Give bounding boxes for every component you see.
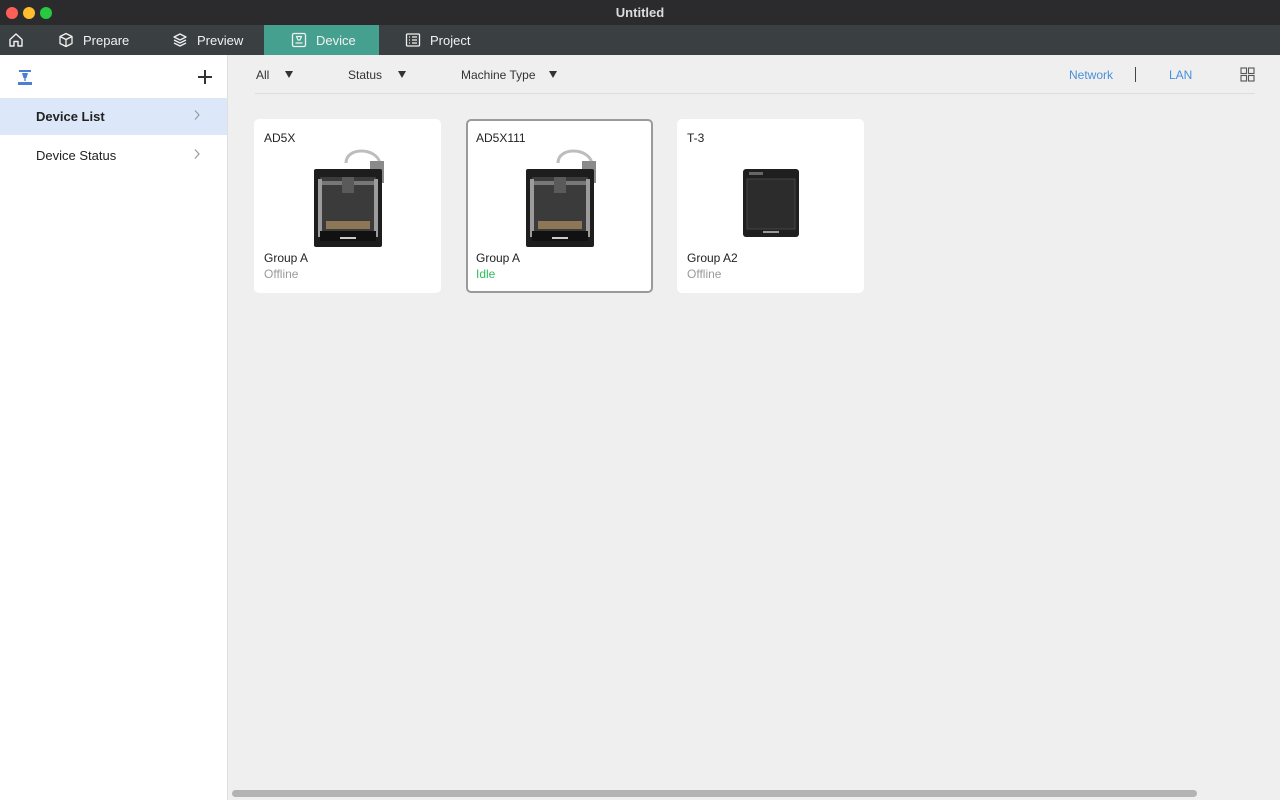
filter-all-dropdown[interactable]: All (256, 68, 293, 82)
filter-all-label: All (256, 68, 270, 82)
device-status: Idle (476, 267, 496, 281)
lan-link[interactable]: LAN (1169, 68, 1192, 82)
device-name: AD5X (264, 131, 296, 145)
tab-project[interactable]: Project (392, 25, 502, 55)
sidebar: Device List Device Status (0, 55, 228, 800)
dropdown-triangle-icon (285, 71, 293, 78)
device-group: Group A (264, 251, 309, 265)
title-bar: Untitled (0, 0, 1280, 25)
tab-preview-label: Preview (197, 32, 244, 48)
device-name: T-3 (687, 131, 705, 145)
filter-bar: All Status Machine Type Network LAN (229, 55, 1280, 95)
chevron-right-icon (194, 110, 200, 120)
filter-divider (255, 93, 1255, 94)
grid-view-icon[interactable] (1240, 67, 1255, 82)
device-icon (291, 32, 307, 48)
device-card[interactable]: AD5X Group A Offline (254, 119, 441, 293)
horizontal-scrollbar[interactable] (232, 790, 1197, 797)
tab-prepare-label: Prepare (83, 32, 130, 48)
filter-machine-type-label: Machine Type (461, 68, 536, 82)
main-tab-bar: Prepare Preview Device Project (0, 25, 1280, 55)
filter-status-dropdown[interactable]: Status (348, 68, 406, 82)
list-document-icon (405, 33, 421, 47)
tab-device-label: Device (316, 32, 356, 48)
printer-enclosed-icon (742, 169, 799, 237)
device-card[interactable]: T-3 Group A2 Offline (677, 119, 864, 293)
device-group: Group A2 (687, 251, 738, 265)
sidebar-item-device-status[interactable]: Device Status (0, 137, 227, 174)
dropdown-triangle-icon (549, 71, 557, 78)
printer-nozzle-icon (18, 70, 32, 85)
dropdown-triangle-icon (398, 71, 406, 78)
sidebar-item-label: Device Status (36, 148, 117, 163)
printer-ad5x-icon (313, 149, 384, 247)
sidebar-item-label: Device List (36, 109, 105, 124)
window-title: Untitled (615, 5, 665, 20)
add-device-icon[interactable] (195, 67, 215, 87)
sidebar-item-device-list[interactable]: Device List (0, 98, 227, 135)
cube-icon (59, 32, 73, 48)
home-icon (9, 33, 23, 47)
device-status: Offline (264, 267, 299, 281)
tab-preview[interactable]: Preview (160, 25, 262, 55)
device-group: Group A (476, 251, 521, 265)
filter-status-label: Status (348, 68, 383, 82)
chevron-right-icon (194, 149, 200, 159)
tab-home[interactable] (0, 25, 32, 55)
tab-project-label: Project (430, 32, 471, 48)
network-link[interactable]: Network (1069, 68, 1113, 82)
tab-prepare[interactable]: Prepare (45, 25, 155, 55)
filter-machine-type-dropdown[interactable]: Machine Type (461, 68, 557, 82)
device-name: AD5X111 (476, 131, 526, 145)
device-status: Offline (687, 267, 722, 281)
link-divider (1135, 67, 1136, 82)
device-card[interactable]: AD5X111 Group A Idle (466, 119, 653, 293)
printer-ad5x-icon (525, 149, 596, 247)
tab-device[interactable]: Device (264, 25, 379, 55)
layers-icon (173, 33, 187, 47)
